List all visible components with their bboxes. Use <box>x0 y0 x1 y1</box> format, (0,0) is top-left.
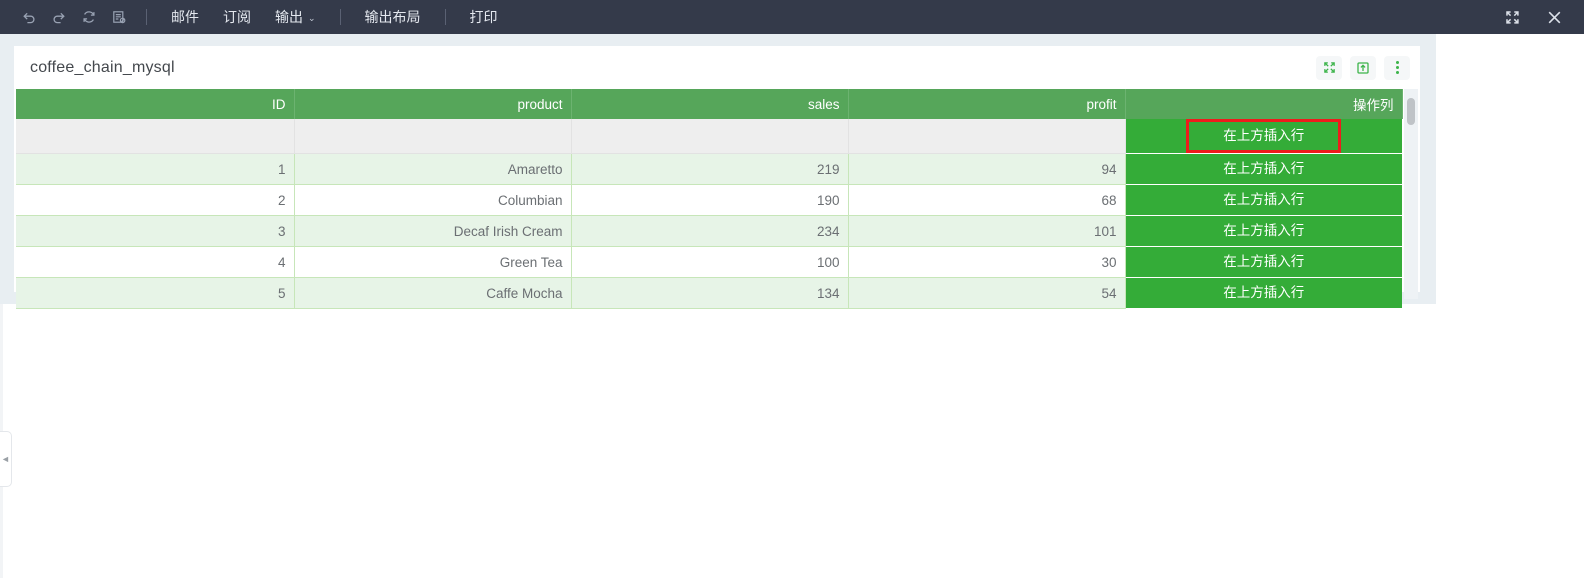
cell-action[interactable]: 在上方插入行 <box>1125 215 1402 247</box>
insert-row-above-button-selected[interactable]: 在上方插入行 <box>1186 119 1342 153</box>
cell-profit[interactable]: 54 <box>848 277 1126 309</box>
cell-id[interactable]: 3 <box>16 215 295 247</box>
cell-action[interactable]: 在上方插入行 <box>1125 184 1402 216</box>
cell-action[interactable]: 在上方插入行 <box>1125 153 1402 185</box>
cell-action[interactable]: 在上方插入行 <box>1125 277 1402 309</box>
cell-profit[interactable]: 94 <box>848 153 1126 185</box>
column-header-action[interactable]: 操作列 <box>1125 89 1403 119</box>
toolbar-item-mail-label: 邮件 <box>171 9 199 25</box>
cell-id[interactable]: 4 <box>16 246 295 278</box>
three-dots-vertical-icon <box>1395 61 1399 74</box>
vertical-scrollbar[interactable] <box>1404 89 1418 299</box>
cell-sales[interactable]: 134 <box>571 277 849 309</box>
table-row: 4 Green Tea 100 30 在上方插入行 <box>16 246 1402 278</box>
toolbar-item-print[interactable]: 打印 <box>464 3 504 31</box>
data-grid-body: 在上方插入行 1 Amaretto 219 94 在上方插入行 2 Columb… <box>16 119 1402 309</box>
cell-action-blank: 在上方插入行 <box>1125 119 1402 154</box>
data-grid-wrapper: ID product sales profit 操作列 在上方插入行 1 Ama… <box>16 89 1418 309</box>
fullscreen-icon[interactable] <box>1316 55 1342 80</box>
insert-row-above-button[interactable]: 在上方插入行 <box>1223 247 1304 277</box>
table-row: 2 Columbian 190 68 在上方插入行 <box>16 184 1402 216</box>
export-icon[interactable] <box>1350 55 1376 80</box>
data-grid-header: ID product sales profit 操作列 <box>16 89 1403 119</box>
toolbar-divider-3 <box>444 9 446 25</box>
cell-product[interactable]: Green Tea <box>294 246 572 278</box>
cell-id[interactable]: 5 <box>16 277 295 309</box>
insert-row-above-button[interactable]: 在上方插入行 <box>1223 185 1304 215</box>
cell-sales[interactable]: 190 <box>571 184 849 216</box>
toolbar-item-output[interactable]: 输出 ⌄ <box>269 3 322 31</box>
redo-icon[interactable] <box>44 4 74 30</box>
cell-id-blank[interactable] <box>16 119 295 154</box>
table-row: 1 Amaretto 219 94 在上方插入行 <box>16 153 1402 185</box>
cell-profit[interactable]: 68 <box>848 184 1126 216</box>
chevron-left-icon: ◄ <box>1 454 10 464</box>
cell-product[interactable]: Amaretto <box>294 153 572 185</box>
cell-profit[interactable]: 30 <box>848 246 1126 278</box>
cell-product[interactable]: Decaf Irish Cream <box>294 215 572 247</box>
cell-profit-blank[interactable] <box>848 119 1126 154</box>
cell-id[interactable]: 2 <box>16 184 295 216</box>
table-row: 5 Caffe Mocha 134 54 在上方插入行 <box>16 277 1402 309</box>
toolbar-divider-2 <box>339 9 341 25</box>
report-card: coffee_chain_mysql ID product sales prof… <box>14 46 1420 309</box>
fullscreen-icon[interactable] <box>1500 4 1524 30</box>
column-header-sales[interactable]: sales <box>571 89 849 119</box>
table-row: 3 Decaf Irish Cream 234 101 在上方插入行 <box>16 215 1402 247</box>
toolbar-right-group <box>1500 4 1574 30</box>
cell-action[interactable]: 在上方插入行 <box>1125 246 1402 278</box>
insert-row-above-button[interactable]: 在上方插入行 <box>1223 154 1304 184</box>
column-header-product[interactable]: product <box>294 89 572 119</box>
cell-product[interactable]: Caffe Mocha <box>294 277 572 309</box>
header-row: ID product sales profit 操作列 <box>16 89 1403 119</box>
toolbar-item-mail[interactable]: 邮件 <box>165 3 205 31</box>
column-header-profit[interactable]: profit <box>848 89 1126 119</box>
page-body: coffee_chain_mysql ID product sales prof… <box>0 34 1584 578</box>
cell-product-blank[interactable] <box>294 119 572 154</box>
cell-sales[interactable]: 100 <box>571 246 849 278</box>
toolbar-divider <box>146 9 147 25</box>
vertical-scrollbar-thumb[interactable] <box>1407 98 1415 125</box>
report-card-toolbar <box>1316 55 1410 80</box>
insert-row-above-button[interactable]: 在上方插入行 <box>1223 216 1304 246</box>
cell-sales[interactable]: 219 <box>571 153 849 185</box>
table-row-blank: 在上方插入行 <box>16 119 1402 154</box>
save-as-icon[interactable] <box>104 4 134 30</box>
chevron-down-icon: ⌄ <box>308 12 316 23</box>
more-menu-icon[interactable] <box>1384 55 1410 80</box>
cell-sales[interactable]: 234 <box>571 215 849 247</box>
undo-icon[interactable] <box>14 4 44 30</box>
toolbar-item-output-layout[interactable]: 输出布局 <box>359 3 427 31</box>
page-title: coffee_chain_mysql <box>30 58 175 76</box>
cell-id[interactable]: 1 <box>16 153 295 185</box>
cell-product[interactable]: Columbian <box>294 184 572 216</box>
column-header-id[interactable]: ID <box>16 89 295 119</box>
close-icon[interactable] <box>1542 4 1566 30</box>
cell-profit[interactable]: 101 <box>848 215 1126 247</box>
toolbar-item-print-label: 打印 <box>469 9 498 25</box>
toolbar-item-output-label: 输出 <box>275 9 303 25</box>
data-grid: ID product sales profit 操作列 在上方插入行 1 Ama… <box>16 89 1403 309</box>
toolbar-item-output-layout-label: 输出布局 <box>364 9 421 25</box>
top-toolbar: 邮件 订阅 输出 ⌄ 输出布局 打印 <box>0 0 1584 34</box>
insert-row-above-button[interactable]: 在上方插入行 <box>1223 278 1304 308</box>
toolbar-item-subscribe-label: 订阅 <box>223 9 251 25</box>
cell-sales-blank[interactable] <box>571 119 849 154</box>
sidebar-collapse-handle[interactable]: ◄ <box>0 431 12 487</box>
report-card-header: coffee_chain_mysql <box>14 46 1420 89</box>
refresh-icon[interactable] <box>74 4 104 30</box>
toolbar-item-subscribe[interactable]: 订阅 <box>217 3 257 31</box>
